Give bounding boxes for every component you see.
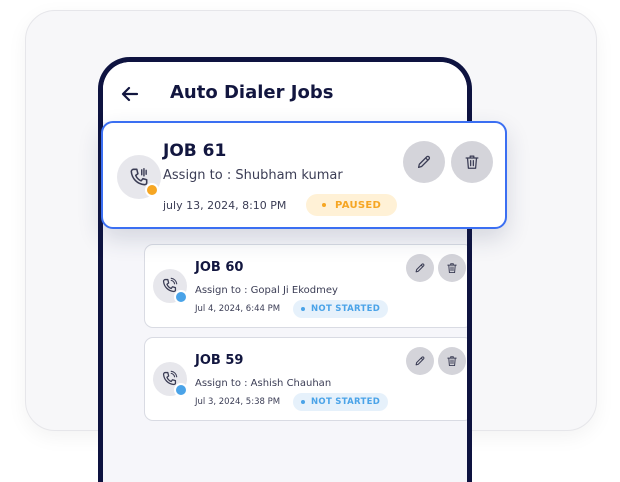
job-title: JOB 60 [195,260,244,275]
status-badge: NOT STARTED [293,300,389,318]
status-badge: NOT STARTED [293,393,389,411]
app-header: Auto Dialer Jobs [103,62,467,122]
job-date: Jul 3, 2024, 5:38 PM [195,397,281,407]
trash-icon [465,155,479,169]
badge-dot [322,203,326,207]
badge-dot [301,307,305,311]
edit-button[interactable] [406,347,434,375]
job-assignee: Assign to : Shubham kumar [163,168,343,183]
edit-button[interactable] [406,254,434,282]
status-badge-label: NOT STARTED [311,397,381,407]
pencil-icon [415,263,425,273]
job-avatar [153,269,188,304]
job-assignee: Assign to : Ashish Chauhan [195,378,332,389]
badge-dot [301,400,305,404]
job-avatar [117,155,161,199]
arrow-left-icon[interactable] [120,84,140,104]
job-date: Jul 4, 2024, 6:44 PM [195,304,281,314]
job-card[interactable]: JOB 60 Assign to : Gopal Ji Ekodmey Jul … [144,244,467,328]
featured-job-card[interactable]: JOB 61 Assign to : Shubham kumar july 13… [101,121,507,229]
job-title: JOB 61 [163,141,227,161]
status-badge-label: NOT STARTED [311,304,381,314]
delete-button[interactable] [438,254,466,282]
status-badge: PAUSED [306,194,398,216]
trash-icon [447,356,457,367]
job-avatar [153,362,188,397]
job-title: JOB 59 [195,353,244,368]
status-indicator-dot [174,383,188,397]
trash-icon [447,263,457,274]
status-indicator-dot [174,290,188,304]
edit-button[interactable] [403,141,445,183]
status-indicator-dot [145,183,159,197]
job-date: july 13, 2024, 8:10 PM [163,199,287,212]
status-badge-label: PAUSED [335,199,382,211]
job-card[interactable]: JOB 59 Assign to : Ashish Chauhan Jul 3,… [144,337,467,421]
page-title: Auto Dialer Jobs [170,82,334,103]
pencil-icon [417,155,431,169]
job-assignee: Assign to : Gopal Ji Ekodmey [195,285,338,296]
delete-button[interactable] [451,141,493,183]
delete-button[interactable] [438,347,466,375]
pencil-icon [415,356,425,366]
